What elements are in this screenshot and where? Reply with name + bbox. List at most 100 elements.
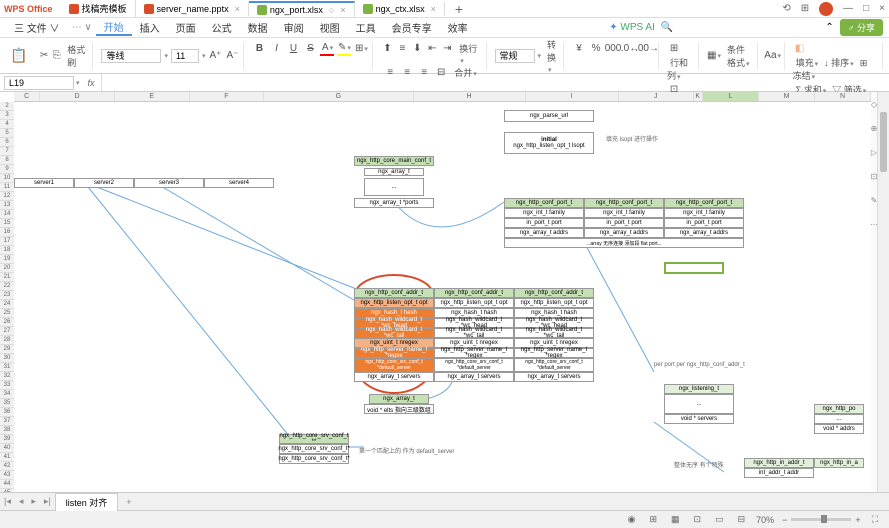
menu-review[interactable]: 审阅 xyxy=(276,20,312,35)
tab-template[interactable]: 找稿壳模板 xyxy=(61,0,136,17)
fx-icon[interactable]: fx xyxy=(82,78,101,88)
cell-conf-port: ngx_http_conf_port_t xyxy=(504,198,584,208)
rowcol-icon[interactable]: ⊞ xyxy=(667,42,681,56)
view-mode-icon[interactable]: ◉ xyxy=(625,514,639,525)
formula-input[interactable] xyxy=(101,74,889,91)
cell-port: in_port_t port xyxy=(584,218,664,228)
align-bot-icon[interactable]: ⬇ xyxy=(411,42,423,56)
wps-ai[interactable]: ✦ WPS AI xyxy=(609,22,655,33)
increase-font-icon[interactable]: A⁺ xyxy=(208,49,222,63)
highlight-icon[interactable]: ✎ xyxy=(337,42,351,56)
name-box[interactable] xyxy=(4,76,74,90)
menu-view[interactable]: 视图 xyxy=(312,20,348,35)
cell-coresrv: ngx_http_core_srv_conf_t* xyxy=(279,454,349,464)
zoom-value: 70% xyxy=(756,515,774,525)
indent-right-icon[interactable]: ⇥ xyxy=(441,42,453,56)
cut-icon[interactable]: ✂ xyxy=(39,49,48,63)
underline-icon[interactable]: U xyxy=(286,42,300,56)
maximize-icon[interactable]: □ xyxy=(863,3,869,14)
fullscreen-icon[interactable]: ⛶ xyxy=(869,514,881,525)
wrap-text[interactable]: 换行 xyxy=(456,42,481,65)
italic-icon[interactable]: I xyxy=(269,42,283,56)
menu-formula[interactable]: 公式 xyxy=(204,20,240,35)
menu-efficiency[interactable]: 效率 xyxy=(440,20,476,35)
cell-srvconf: ngx_http_core_srv_conf_t *default_server xyxy=(354,358,434,372)
fill[interactable]: 填充 xyxy=(793,58,822,68)
cell-http-port: ngx_http_po xyxy=(814,404,864,414)
column-headers[interactable]: CDEFGHIJKLMN xyxy=(14,92,871,102)
toolbar-customize[interactable]: ⋯ ∨ xyxy=(68,22,96,33)
view-mode-icon[interactable]: ⊡ xyxy=(691,514,705,525)
copy-icon[interactable]: ⎘ xyxy=(52,49,61,63)
view-mode-icon[interactable]: ⊞ xyxy=(646,514,660,525)
bold-icon[interactable]: B xyxy=(252,42,266,56)
view-mode-icon[interactable]: ⊟ xyxy=(735,514,749,525)
search-icon[interactable]: 🔍 xyxy=(661,22,673,33)
menu-page[interactable]: 页面 xyxy=(168,20,204,35)
cell-servers: ngx_array_t servers xyxy=(514,372,594,382)
menu-member[interactable]: 会员专享 xyxy=(384,20,440,35)
sheet-canvas[interactable]: ngx_parse_url initialngx_http_listen_opt… xyxy=(14,102,871,492)
tab-pptx[interactable]: server_name.pptx × xyxy=(136,2,249,16)
sort[interactable]: ↓ 排序 xyxy=(821,58,857,68)
view-mode-icon[interactable]: ▭ xyxy=(712,514,727,525)
sheet-nav-first[interactable]: |◂ xyxy=(0,496,15,507)
avatar[interactable] xyxy=(819,2,833,16)
styles-icon[interactable]: Аа xyxy=(766,49,780,63)
menu-tools[interactable]: 工具 xyxy=(348,20,384,35)
cell-dots: ... xyxy=(364,178,424,196)
share-button[interactable]: ♂ 分享 xyxy=(840,19,883,36)
zoom-out-icon[interactable]: − xyxy=(782,515,787,525)
view-mode-icon[interactable]: ▦ xyxy=(668,514,683,525)
close-icon[interactable]: × xyxy=(340,5,345,15)
grid-icon[interactable]: ⊞ xyxy=(801,3,809,14)
tab-label: server_name.pptx xyxy=(157,4,229,14)
size-select[interactable] xyxy=(171,49,199,63)
sheet-nav-last[interactable]: ▸| xyxy=(40,496,55,507)
file-menu[interactable]: 三 文件 ∨ xyxy=(6,20,68,35)
sheet-nav-prev[interactable]: ◂ xyxy=(15,496,28,507)
font-select[interactable] xyxy=(101,49,161,63)
row-headers[interactable]: 2345678910111213141516171819202122232425… xyxy=(0,102,14,492)
fill-icon[interactable]: ◧ xyxy=(793,42,807,56)
zoom-in-icon[interactable]: + xyxy=(855,515,860,525)
format-painter[interactable]: 格式刷 xyxy=(64,43,88,69)
sheet-nav-next[interactable]: ▸ xyxy=(27,496,40,507)
transpose[interactable]: 转换 xyxy=(544,38,559,74)
dec-dec-icon[interactable]: .00→ xyxy=(640,42,654,56)
paste-button[interactable]: 📋 xyxy=(6,47,31,64)
comma-icon[interactable]: 000 xyxy=(606,42,620,56)
currency-icon[interactable]: ¥ xyxy=(572,42,586,56)
strike-icon[interactable]: S xyxy=(303,42,317,56)
sync-icon[interactable]: ⟲ xyxy=(782,3,790,14)
condfmt-icon[interactable]: ▦ xyxy=(707,49,721,63)
percent-icon[interactable]: % xyxy=(589,42,603,56)
menu-insert[interactable]: 插入 xyxy=(132,20,168,35)
close-icon[interactable]: ○ xyxy=(329,5,334,15)
zoom-slider[interactable] xyxy=(791,518,851,521)
decrease-font-icon[interactable]: A⁻ xyxy=(225,49,239,63)
sheet-tab[interactable]: listen 对齐 xyxy=(55,493,119,511)
condfmt[interactable]: 条件格式 xyxy=(724,43,753,69)
cell-sname: ngx_http_server_name_t *regex xyxy=(354,348,434,358)
align-mid-icon[interactable]: ≡ xyxy=(396,42,408,56)
border-icon[interactable]: ⊞ xyxy=(354,42,368,56)
minimize-icon[interactable]: — xyxy=(843,3,853,14)
cell-sname: ngx_http_server_name_t *regex xyxy=(514,348,594,358)
new-tab-button[interactable]: + xyxy=(445,1,473,17)
menu-start[interactable]: 开始 xyxy=(96,19,132,36)
close-icon[interactable]: × xyxy=(235,4,240,14)
menu-data[interactable]: 数据 xyxy=(240,20,276,35)
number-format[interactable] xyxy=(495,49,535,63)
cell-initial: initialngx_http_listen_opt_t lsopt xyxy=(504,132,594,154)
close-window-icon[interactable]: × xyxy=(879,3,885,14)
indent-left-icon[interactable]: ⇤ xyxy=(426,42,438,56)
font-color-icon[interactable]: A xyxy=(320,42,334,56)
tab-ngx-port[interactable]: ngx_port.xlsx○× xyxy=(249,1,355,17)
tab-ngx-ctx[interactable]: ngx_ctx.xlsx× xyxy=(355,2,445,16)
close-icon[interactable]: × xyxy=(431,4,436,14)
align-top-icon[interactable]: ⬆ xyxy=(381,42,393,56)
vertical-scrollbar[interactable] xyxy=(877,92,889,492)
collapse-ribbon-icon[interactable]: ⌃ xyxy=(825,22,833,33)
add-sheet-button[interactable]: + xyxy=(118,497,139,507)
